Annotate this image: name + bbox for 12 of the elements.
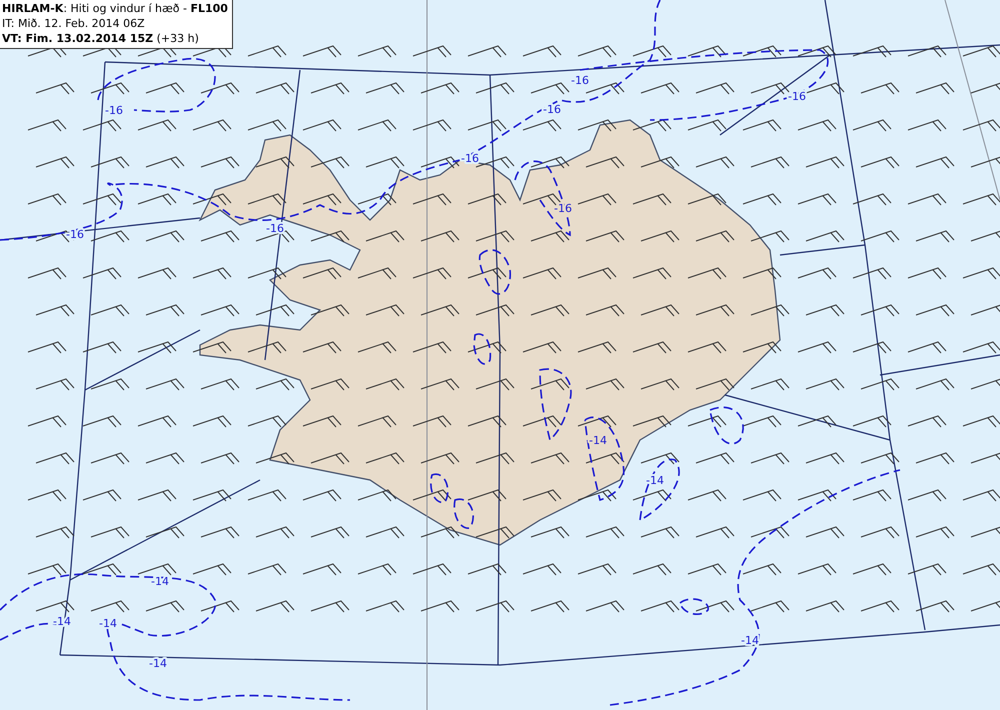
legend-text: VT: Fim. 13.02.2014 15Z (+33 h) [2,31,200,46]
isotherm-label: -16 [461,152,479,165]
isotherm-label: -14 [149,657,167,670]
legend-text: HIRLAM-K: Hiti og vindur í hæð - FL100 [2,1,228,16]
isotherm-label: -14 [589,434,607,447]
isotherm-label: -14 [646,474,664,487]
isotherm-label: -14 [99,617,117,630]
isotherm-label: -16 [788,90,806,103]
isotherm-label: -16 [571,74,589,87]
legend-text: IT: Mið. 12. Feb. 2014 06Z [2,16,146,31]
isotherm-label: -16 [105,104,123,117]
isotherm-label: -16 [543,103,561,116]
